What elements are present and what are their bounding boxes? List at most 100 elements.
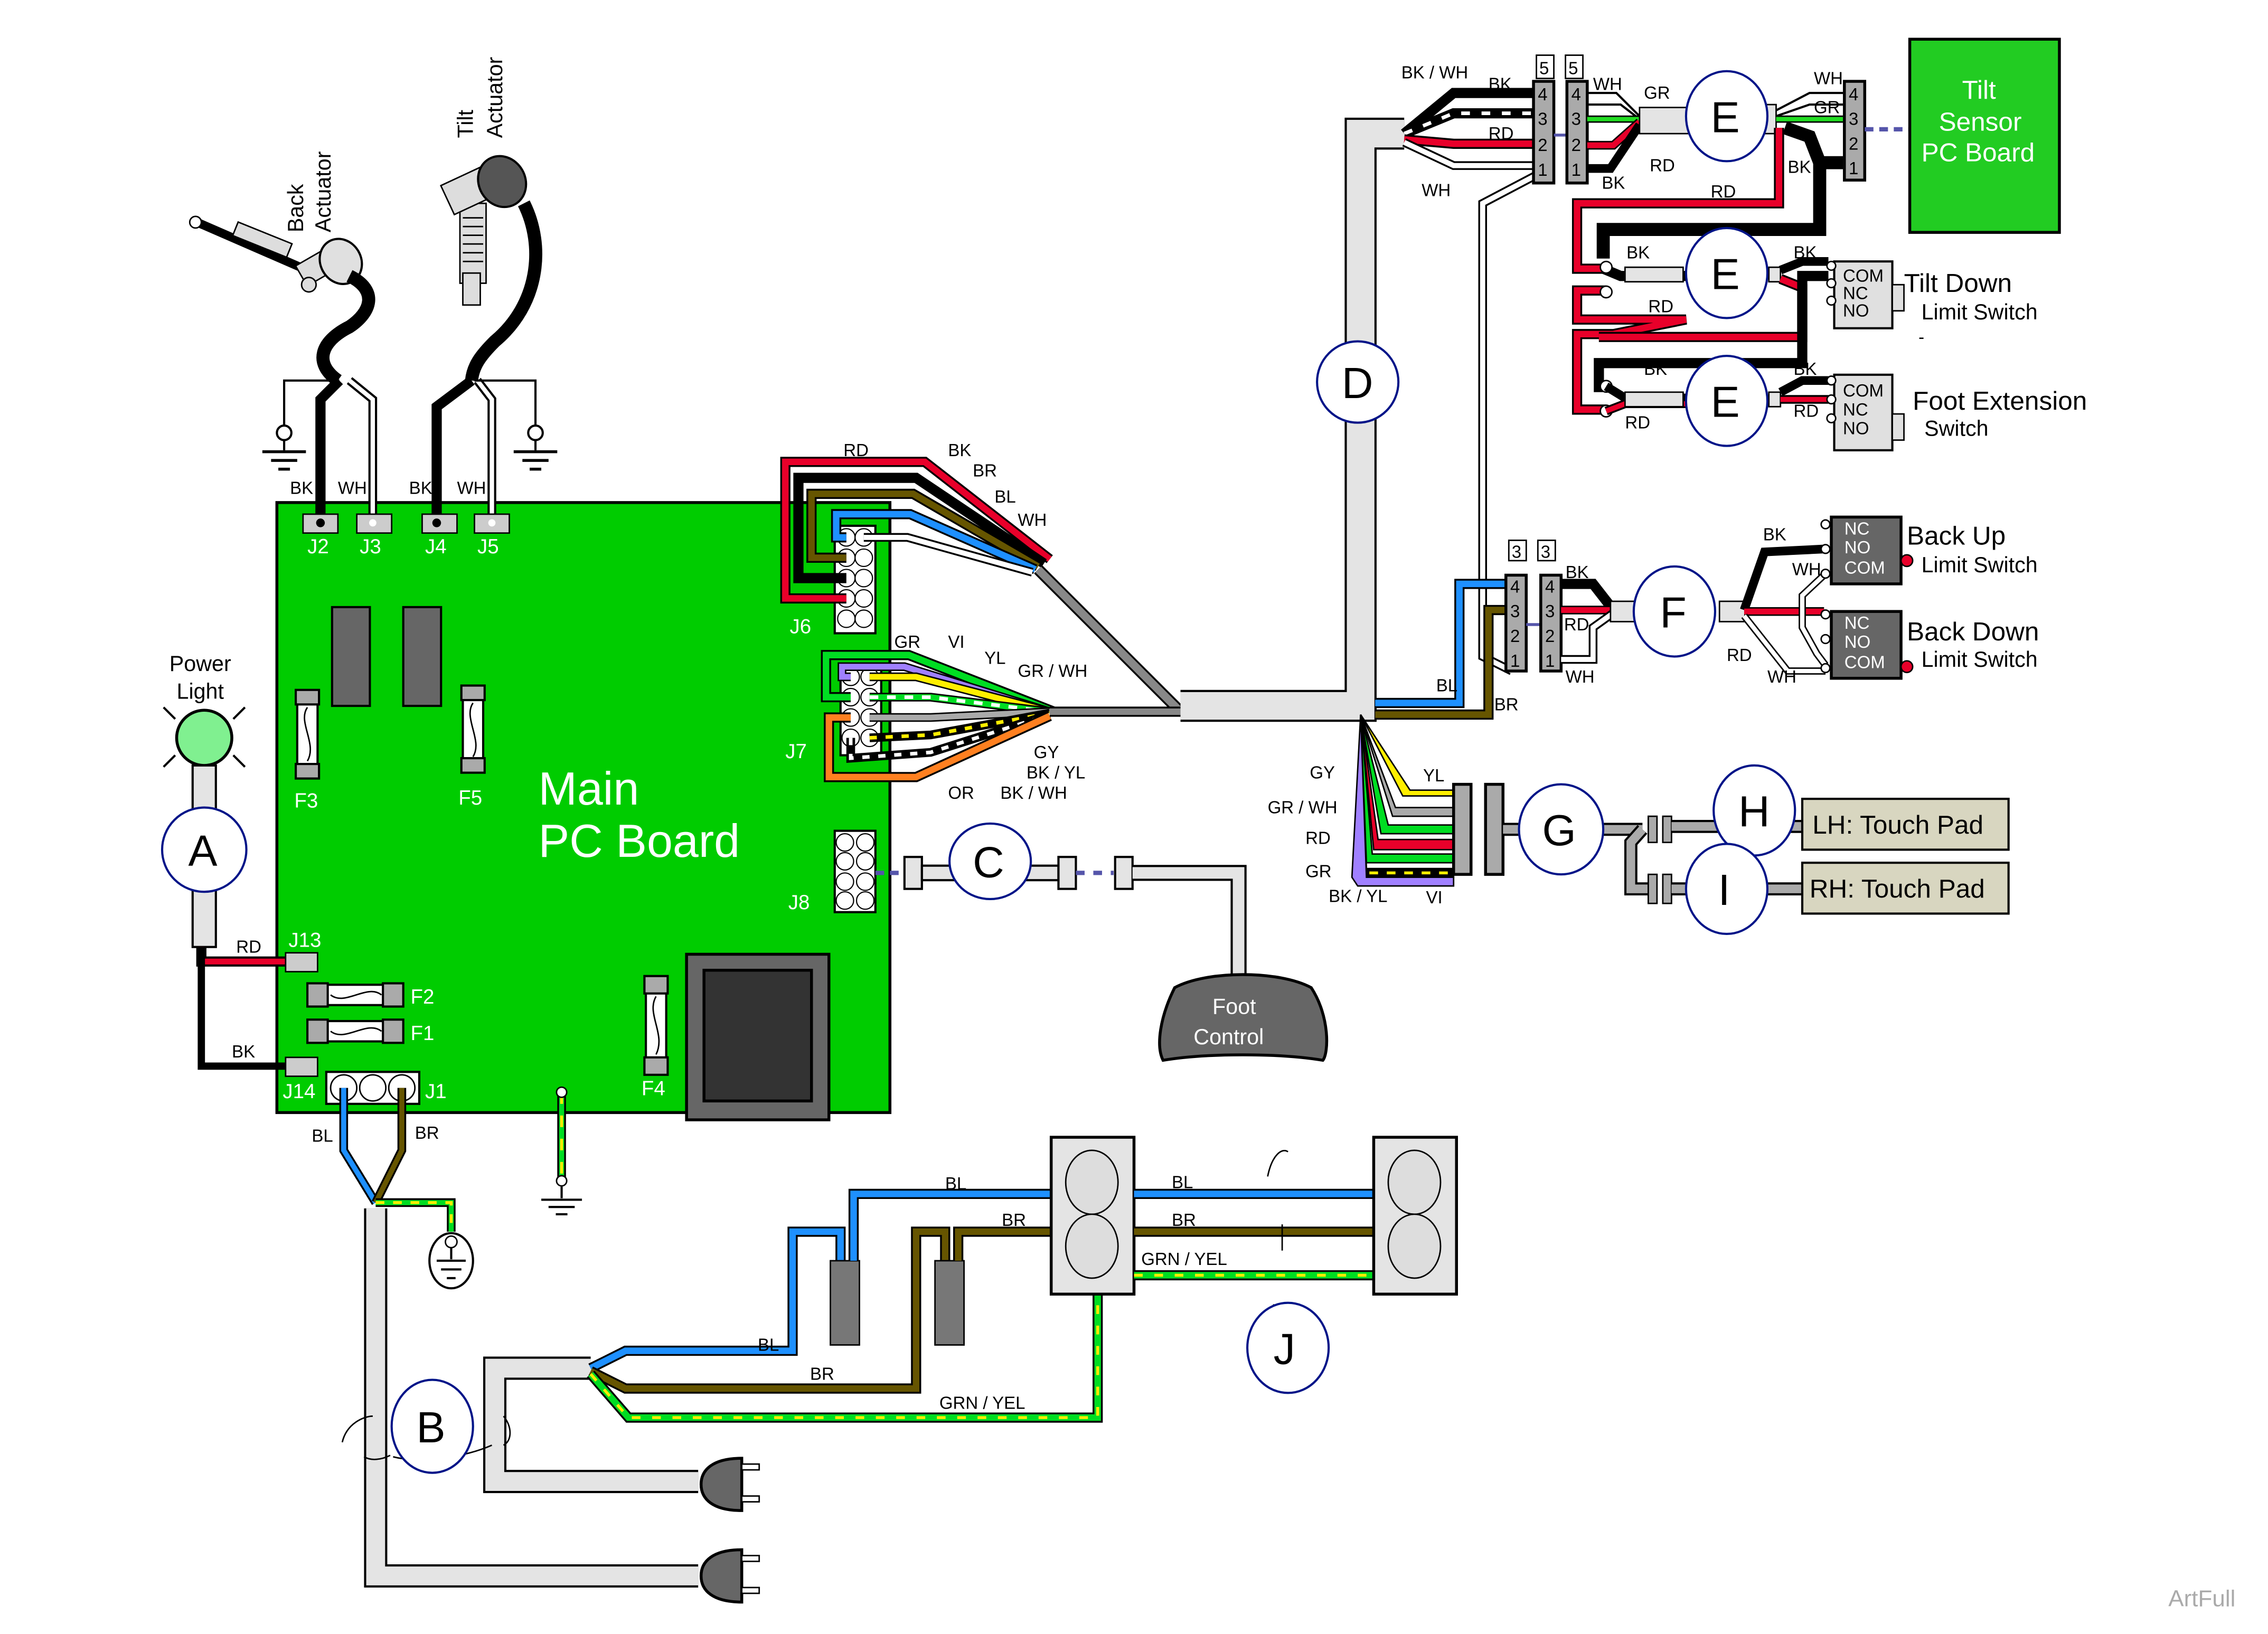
- plug-1: [699, 1457, 760, 1512]
- f-pin-1: 1: [1510, 651, 1520, 670]
- callout-j-label: J: [1274, 1325, 1295, 1373]
- connector-j14: J14: [283, 1056, 318, 1103]
- feed-bl-label: BL: [758, 1335, 779, 1355]
- f-pin-1b: 1: [1545, 651, 1555, 670]
- callout-d: D: [1316, 340, 1400, 424]
- outlet-bl-label: BL: [945, 1174, 966, 1193]
- sensor-pin-4: 4: [1849, 84, 1858, 104]
- j6-bk-label: BK: [948, 440, 971, 460]
- f-wh-label: WH: [1566, 667, 1595, 686]
- tilt-down-com: COM: [1843, 266, 1884, 286]
- j5-wire-label: WH: [457, 478, 486, 497]
- transformer: [685, 952, 831, 1121]
- j3-wire-label: WH: [338, 478, 367, 497]
- e-pin-4b: 4: [1571, 84, 1581, 104]
- f-plug-left: 3 4 3 2 1: [1504, 540, 1528, 673]
- f-bl-label: BL: [1436, 676, 1457, 695]
- g-gr-label: GR: [1305, 862, 1332, 881]
- wiring-diagram: Main PC Board F3 F5 F2 F1 F4 Back Actuat…: [161, 37, 2235, 1612]
- e-pin-4: 4: [1538, 84, 1547, 104]
- sensor-rd-label: RD: [1711, 182, 1736, 201]
- main-board-title-1: Main: [539, 762, 639, 815]
- sensor-gr-label: GR: [1814, 98, 1840, 117]
- f-pin-3b: 3: [1545, 601, 1555, 621]
- foot-ext-rd-label: RD: [1625, 413, 1650, 432]
- tilt-down-mark: -: [1918, 327, 1924, 346]
- outlet-feed-wiring: BL BR GRN / YEL BL BR: [587, 1174, 1103, 1423]
- power-light-label-1: Power: [170, 651, 231, 676]
- callout-i: I: [1684, 843, 1769, 936]
- sensor-pin-3: 3: [1849, 109, 1858, 129]
- e-bk-label: BK: [1489, 74, 1512, 94]
- back-down-limit-switch: NC NO COM Back Down Limit Switch: [1820, 609, 2039, 680]
- j2-wire-label: BK: [290, 478, 313, 497]
- j6-br-label: BR: [973, 460, 997, 480]
- plug-2: [699, 1548, 760, 1604]
- tilt-down-rd-label: RD: [1648, 296, 1673, 316]
- tilt-actuator: Tilt Actuator: [439, 56, 542, 382]
- sensor-pin-1: 1: [1849, 158, 1858, 178]
- rh-touch-pad: RH: Touch Pad: [1801, 862, 2010, 915]
- back-down-wh-label: WH: [1767, 667, 1796, 686]
- link-bl-label: BL: [1172, 1172, 1193, 1192]
- tilt-down-sub: Limit Switch: [1922, 300, 2038, 324]
- fuse-f5: F5: [458, 684, 486, 809]
- callout-e2: E: [1684, 226, 1769, 319]
- j7-gy-label: GY: [1034, 742, 1059, 762]
- foot-control-cable: [875, 856, 1247, 976]
- f-pin-4b: 4: [1545, 577, 1555, 596]
- foot-extension-switch: COM NC NO Foot Extension Switch: [1826, 373, 2087, 451]
- callout-f: F: [1632, 565, 1717, 658]
- f-pin-2b: 2: [1545, 626, 1555, 646]
- f-pin-count-a: 3: [1512, 542, 1521, 561]
- j7-bkwh-label: BK / WH: [1000, 783, 1067, 802]
- callout-e2-label: E: [1711, 250, 1740, 298]
- j13-label: J13: [288, 929, 321, 952]
- back-up-nc: NC: [1844, 518, 1870, 538]
- outlet-link-wiring: BL BR GRN / YEL: [1134, 1150, 1374, 1318]
- power-light-label-2: Light: [177, 679, 224, 703]
- e-harness-right-wiring: WH GR RD BK: [1587, 74, 1690, 193]
- back-actuator: Back Actuator: [189, 151, 375, 386]
- e-pin-3b: 3: [1571, 109, 1581, 129]
- foot-ext-name: Foot Extension: [1913, 386, 2087, 415]
- back-down-no: NO: [1844, 632, 1871, 651]
- power-light-rd-label: RD: [236, 937, 261, 957]
- callout-c: C: [948, 822, 1032, 901]
- tilt-down-limit-switch: COM NC NO Tilt Down Limit Switch -: [1826, 260, 2038, 346]
- back-down-sub: Limit Switch: [1922, 647, 2038, 672]
- fuse-f5-label: F5: [458, 787, 482, 809]
- back-down-name: Back Down: [1907, 617, 2039, 646]
- callout-a-label: A: [189, 827, 218, 875]
- g-vi-label: VI: [1426, 887, 1442, 907]
- tilt-sensor-label-3: PC Board: [1922, 138, 2035, 167]
- e-rd-label: RD: [1489, 124, 1514, 143]
- fuse-f2: F2: [306, 982, 434, 1008]
- foot-ext-bk-label: BK: [1644, 359, 1667, 379]
- j3-label: J3: [360, 535, 381, 558]
- outlet-1: [1049, 1136, 1136, 1296]
- sensor-pin-2: 2: [1849, 134, 1858, 153]
- callout-g-label: G: [1542, 806, 1576, 855]
- callout-a: A: [161, 806, 248, 893]
- tilt-sensor-plug: 4 3 2 1: [1843, 80, 1910, 182]
- fuse-f4-label: F4: [642, 1077, 665, 1100]
- back-up-sub: Limit Switch: [1922, 553, 2038, 577]
- g-gy-label: GY: [1310, 763, 1335, 782]
- j4-label: J4: [425, 535, 447, 558]
- f-harness-wiring: BL BR: [1375, 579, 1519, 720]
- j7-gr-label: GR: [895, 632, 921, 651]
- j7-yl-label: YL: [984, 648, 1005, 667]
- power-light: Power Light: [163, 651, 246, 948]
- foot-ext-sub: Switch: [1924, 416, 1988, 440]
- e-pin-2: 2: [1538, 135, 1547, 155]
- callout-e3: E: [1684, 354, 1769, 447]
- foot-ext-rd2-label: RD: [1794, 401, 1819, 421]
- j7-vi-label: VI: [948, 632, 964, 651]
- feed-grnyel-label: GRN / YEL: [939, 1393, 1025, 1413]
- tilt-actuator-label-1: Tilt: [454, 109, 478, 138]
- link-grnyel-label: GRN / YEL: [1141, 1249, 1227, 1269]
- e-r-bk-label: BK: [1602, 173, 1625, 193]
- foot-ext-no: NO: [1843, 419, 1869, 438]
- foot-control-label-2: Control: [1193, 1025, 1264, 1049]
